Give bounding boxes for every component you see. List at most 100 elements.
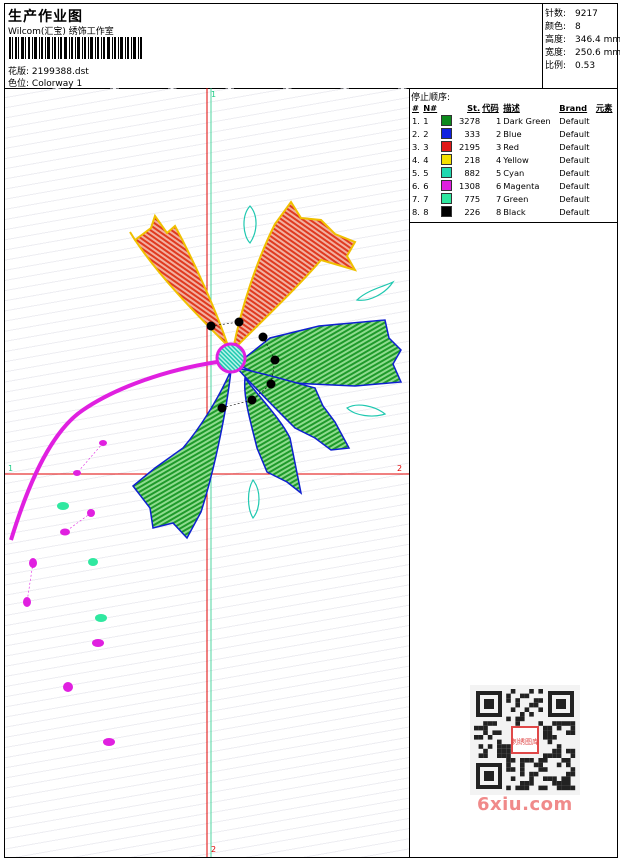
col-n: N# bbox=[423, 102, 438, 113]
row-swatch bbox=[440, 166, 455, 179]
color-swatch bbox=[441, 193, 453, 204]
green-petal-bottom bbox=[131, 369, 232, 540]
qr-code: 刺绣图库 bbox=[470, 685, 580, 795]
table-row: 8. 8 226 8 Black Default bbox=[411, 205, 616, 218]
row-stitches: 882 bbox=[464, 167, 481, 178]
row-brand: Default bbox=[559, 154, 590, 165]
row-element bbox=[595, 179, 616, 192]
row-desc: Blue bbox=[503, 128, 522, 139]
color-swatch bbox=[441, 141, 453, 152]
row-code: 1 bbox=[495, 115, 502, 126]
row-num: 2. bbox=[412, 128, 420, 139]
stat-height: 高度: 346.4 mm bbox=[545, 35, 620, 45]
col-brand: Brand bbox=[559, 102, 588, 113]
row-num: 5. bbox=[412, 167, 420, 178]
row-swatch bbox=[440, 114, 455, 127]
row-desc: Dark Green bbox=[503, 115, 551, 126]
stat-scale: 比例: 0.53 bbox=[545, 61, 596, 71]
table-row: 7. 7 775 7 Green Default bbox=[411, 192, 616, 205]
row-stitches: 1308 bbox=[459, 180, 481, 191]
row-brand: Default bbox=[559, 167, 590, 178]
stop-sequence-panel: 停止顺序: # N# St. 代码 描述 Brand 元素 1. 1 3278 1 Da… bbox=[409, 88, 617, 857]
row-code: 7 bbox=[495, 193, 502, 204]
row-code: 8 bbox=[495, 206, 502, 217]
row-desc: Cyan bbox=[503, 167, 525, 178]
row-element bbox=[595, 205, 616, 218]
row-swatch bbox=[440, 192, 455, 205]
col-num: # bbox=[412, 102, 419, 113]
stat-colors: 颜色: 8 bbox=[545, 22, 581, 32]
table-row: 3. 3 2195 3 Red Default bbox=[411, 140, 616, 153]
row-n: 3 bbox=[423, 141, 429, 152]
row-num: 8. bbox=[412, 206, 420, 217]
color-swatch bbox=[441, 154, 453, 165]
col-element: 元素 bbox=[595, 102, 613, 113]
col-stitches: St. bbox=[467, 102, 481, 113]
table-row: 5. 5 882 5 Cyan Default bbox=[411, 166, 616, 179]
scattered-buds bbox=[23, 440, 115, 746]
stat-stitches: 针数: 9217 bbox=[545, 9, 598, 19]
row-element bbox=[595, 166, 616, 179]
row-stitches: 333 bbox=[464, 128, 481, 139]
row-n: 5 bbox=[423, 167, 429, 178]
row-stitches: 218 bbox=[464, 154, 481, 165]
row-brand: Default bbox=[559, 141, 590, 152]
table-header-row: # N# St. 代码 描述 Brand 元素 bbox=[411, 101, 616, 114]
row-brand: Default bbox=[559, 128, 590, 139]
row-code: 3 bbox=[495, 141, 502, 152]
cyan-leaf-2 bbox=[355, 280, 395, 301]
row-code: 4 bbox=[495, 154, 502, 165]
row-desc: Black bbox=[503, 206, 526, 217]
row-code: 5 bbox=[495, 167, 502, 178]
row-n: 2 bbox=[423, 128, 429, 139]
color-swatch bbox=[441, 128, 453, 139]
row-stitches: 775 bbox=[464, 193, 481, 204]
row-swatch bbox=[440, 127, 455, 140]
row-num: 1. bbox=[412, 115, 420, 126]
row-desc: Yellow bbox=[503, 154, 529, 165]
row-element bbox=[595, 127, 616, 140]
color-swatch bbox=[441, 206, 453, 217]
cyan-leaf-3 bbox=[346, 404, 387, 417]
color-swatch bbox=[441, 180, 453, 191]
col-code: 代码 bbox=[482, 102, 499, 113]
row-element bbox=[595, 114, 616, 127]
axis-label-left: 1 bbox=[8, 464, 14, 473]
row-n: 8 bbox=[423, 206, 429, 217]
stat-width: 宽度: 250.6 mm bbox=[545, 48, 620, 58]
row-n: 4 bbox=[423, 154, 429, 165]
row-desc: Red bbox=[503, 141, 519, 152]
design-stats: 针数: 9217 颜色: 8 高度: 346.4 mm 宽度: 250.6 mm 比例:… bbox=[542, 4, 620, 89]
row-element bbox=[595, 192, 616, 205]
row-brand: Default bbox=[559, 206, 590, 217]
table-row: 4. 4 218 4 Yellow Default bbox=[411, 153, 616, 166]
row-swatch bbox=[440, 140, 455, 153]
sheet-title: 生产作业图 bbox=[8, 9, 83, 25]
row-n: 6 bbox=[423, 180, 429, 191]
row-stitches: 3278 bbox=[459, 115, 481, 126]
color-swatch bbox=[441, 167, 453, 178]
row-num: 7. bbox=[412, 193, 420, 204]
row-stitches: 226 bbox=[464, 206, 481, 217]
table-row: 2. 2 333 2 Blue Default bbox=[411, 127, 616, 140]
stop-sequence-table: # N# St. 代码 描述 Brand 元素 1. 1 3278 1 Dark Gre… bbox=[411, 101, 616, 218]
row-code: 6 bbox=[495, 180, 502, 191]
row-desc: Magenta bbox=[503, 180, 540, 191]
axis-label-right: 2 bbox=[397, 464, 403, 473]
table-divider bbox=[409, 222, 617, 223]
header-info: 生产作业图 Wilcom(汇宝) 绣饰工作室 花版: 2199388.dst 色… bbox=[5, 4, 543, 89]
row-num: 3. bbox=[412, 141, 420, 152]
table-row: 1. 1 3278 1 Dark Green Default bbox=[411, 114, 616, 127]
row-brand: Default bbox=[559, 180, 590, 191]
row-swatch bbox=[440, 153, 455, 166]
cyan-leaf-4 bbox=[247, 478, 260, 520]
row-num: 6. bbox=[412, 180, 420, 191]
svg-text:刺绣图库: 刺绣图库 bbox=[511, 737, 539, 746]
row-desc: Green bbox=[503, 193, 529, 204]
watermark: 6xiu.com bbox=[477, 794, 573, 815]
row-swatch bbox=[440, 205, 455, 218]
software-subtitle: Wilcom(汇宝) 绣饰工作室 bbox=[8, 27, 114, 37]
axis-label-top: 1 bbox=[211, 90, 217, 99]
col-desc: 描述 bbox=[503, 102, 520, 113]
row-code: 2 bbox=[495, 128, 502, 139]
